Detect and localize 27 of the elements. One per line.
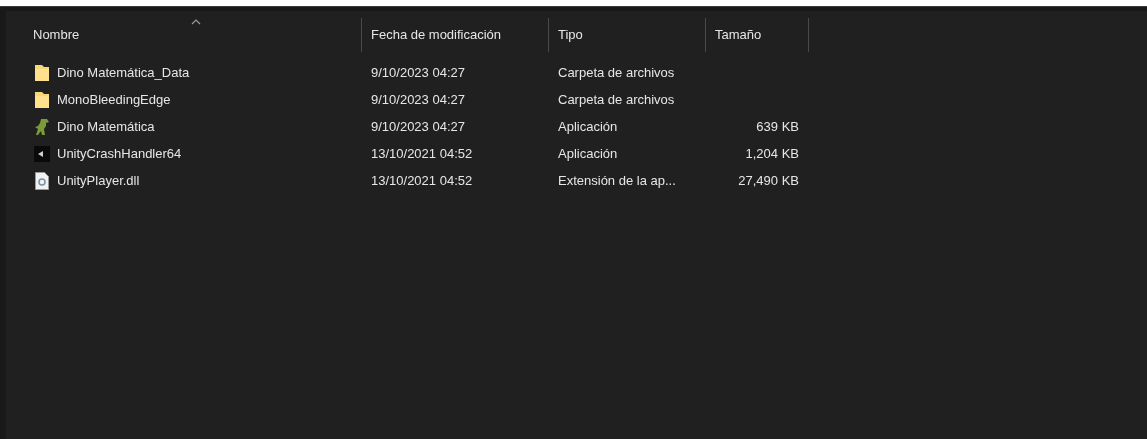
file-gear-icon (35, 171, 49, 190)
type-cell: Aplicación (558, 145, 618, 161)
dinosaur-icon (34, 117, 50, 136)
file-name[interactable]: UnityPlayer.dll (57, 170, 140, 191)
type-cell: Aplicación (558, 118, 618, 134)
file-name[interactable]: Dino Matemática_Data (57, 62, 190, 83)
date-cell: 9/10/2023 04:27 (371, 118, 465, 134)
file-name[interactable]: MonoBleedingEdge (57, 89, 171, 110)
file-name[interactable]: UnityCrashHandler64 (57, 143, 182, 164)
app-icon (34, 145, 50, 162)
column-header[interactable]: Tamaño (705, 18, 809, 52)
column-header[interactable]: Nombre (31, 18, 361, 52)
date-cell: 13/10/2021 04:52 (371, 172, 473, 188)
size-cell-text: 1,204 KB (745, 144, 799, 163)
date-cell: 9/10/2023 04:27 (371, 91, 465, 107)
size-cell-text: 639 KB (756, 117, 799, 136)
type-cell: Carpeta de archivos (558, 91, 675, 107)
folder-icon (34, 63, 50, 82)
date-cell: 9/10/2023 04:27 (371, 64, 465, 80)
column-header[interactable]: Fecha de modificación (361, 18, 548, 52)
folder-icon (34, 90, 50, 109)
column-header[interactable]: Tipo (548, 18, 705, 52)
type-cell: Carpeta de archivos (558, 64, 675, 80)
file-name[interactable]: Dino Matemática (57, 116, 155, 137)
date-cell: 13/10/2021 04:52 (371, 145, 473, 161)
type-cell: Extensión de la ap... (558, 172, 676, 188)
size-cell-text: 27,490 KB (738, 171, 799, 190)
